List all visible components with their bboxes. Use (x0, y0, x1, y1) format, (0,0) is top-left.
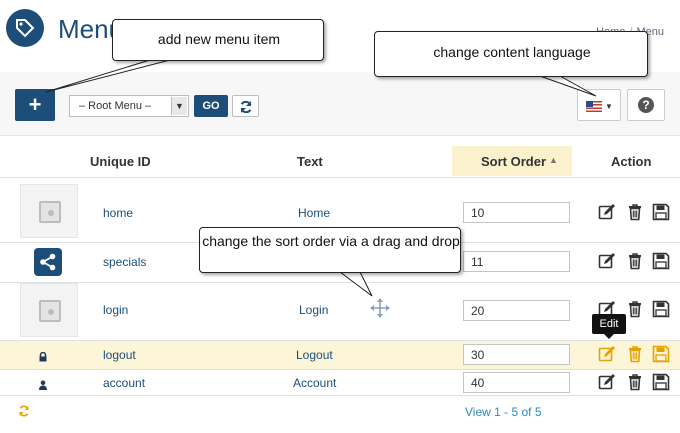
row-unique-id[interactable]: home (103, 206, 133, 220)
move-cursor-icon (369, 297, 391, 319)
lock-icon (38, 349, 48, 362)
row-actions (598, 373, 670, 391)
edit-icon[interactable] (598, 373, 616, 391)
root-menu-select[interactable]: – Root Menu – ▼ (69, 95, 189, 117)
callout-add-item: add new menu item (112, 19, 324, 61)
row-divider (0, 369, 680, 370)
sort-order-input[interactable]: 10 (463, 202, 570, 223)
sort-order-input[interactable]: 11 (463, 251, 570, 272)
save-icon[interactable] (652, 345, 670, 363)
content-language-button[interactable]: ▼ (577, 89, 621, 121)
us-flag-icon (586, 101, 602, 112)
save-icon[interactable] (652, 203, 670, 221)
callout-language-text: change content language (433, 44, 591, 60)
share-icon (34, 248, 62, 276)
caret-down-icon: ▼ (605, 102, 613, 111)
callout-language: change content language (374, 31, 648, 77)
row-divider (0, 340, 680, 341)
column-header-text[interactable]: Text (297, 154, 323, 169)
row-divider (0, 282, 680, 283)
go-button[interactable]: GO (194, 95, 228, 117)
edit-icon[interactable] (598, 252, 616, 270)
column-header-action: Action (611, 154, 652, 169)
callout-drag-text: change the sort order via a drag and dro… (202, 233, 460, 249)
callout-drag: change the sort order via a drag and dro… (199, 227, 461, 273)
add-menu-item-button[interactable]: + (15, 89, 55, 121)
row-actions (598, 252, 670, 270)
edit-icon[interactable] (598, 203, 616, 221)
sort-order-input[interactable]: 40 (463, 372, 570, 393)
reload-icon[interactable] (18, 404, 30, 417)
chevron-down-icon: ▼ (171, 97, 187, 115)
row-unique-id[interactable]: login (103, 303, 128, 317)
trash-icon[interactable] (626, 373, 644, 391)
row-actions (598, 203, 670, 221)
column-header-unique-id[interactable]: Unique ID (90, 154, 151, 169)
row-divider (0, 395, 680, 396)
header-divider (0, 177, 680, 178)
root-menu-select-value: – Root Menu – (79, 100, 152, 112)
row-text[interactable]: Logout (296, 348, 333, 362)
edit-tooltip-arrow (604, 334, 614, 339)
save-icon[interactable] (652, 300, 670, 318)
row-unique-id[interactable]: specials (103, 255, 146, 269)
trash-icon[interactable] (626, 252, 644, 270)
page-thumbnail-icon (20, 283, 78, 337)
table-row-highlighted (0, 341, 680, 369)
sort-order-input[interactable]: 20 (463, 300, 570, 321)
trash-icon[interactable] (626, 300, 644, 318)
refresh-icon (240, 100, 252, 114)
menu-manager-screen: Menu Home/Menu + – Root Menu – ▼ GO ▼ ? … (0, 0, 680, 433)
help-icon: ? (638, 97, 654, 113)
row-unique-id[interactable]: logout (103, 348, 136, 362)
help-button[interactable]: ? (627, 89, 665, 121)
save-icon[interactable] (652, 373, 670, 391)
row-text[interactable]: Login (299, 303, 328, 317)
trash-icon[interactable] (626, 345, 644, 363)
row-actions (598, 345, 670, 363)
refresh-button[interactable] (232, 95, 259, 117)
edit-tooltip: Edit (592, 314, 626, 334)
page-thumbnail-icon (20, 184, 78, 238)
row-unique-id[interactable]: account (103, 376, 145, 390)
column-header-sort-order-label: Sort Order (481, 154, 547, 169)
row-text[interactable]: Home (298, 206, 330, 220)
sort-order-input[interactable]: 30 (463, 344, 570, 365)
pagination-info: View 1 - 5 of 5 (465, 405, 542, 419)
tag-icon (6, 9, 44, 47)
save-icon[interactable] (652, 252, 670, 270)
edit-icon[interactable] (598, 345, 616, 363)
user-icon (38, 377, 48, 390)
column-header-sort-order[interactable]: Sort Order ▲ (452, 146, 572, 176)
callout-add-item-text: add new menu item (157, 31, 281, 47)
row-text[interactable]: Account (293, 376, 336, 390)
sort-ascending-icon: ▲ (549, 155, 558, 165)
trash-icon[interactable] (626, 203, 644, 221)
